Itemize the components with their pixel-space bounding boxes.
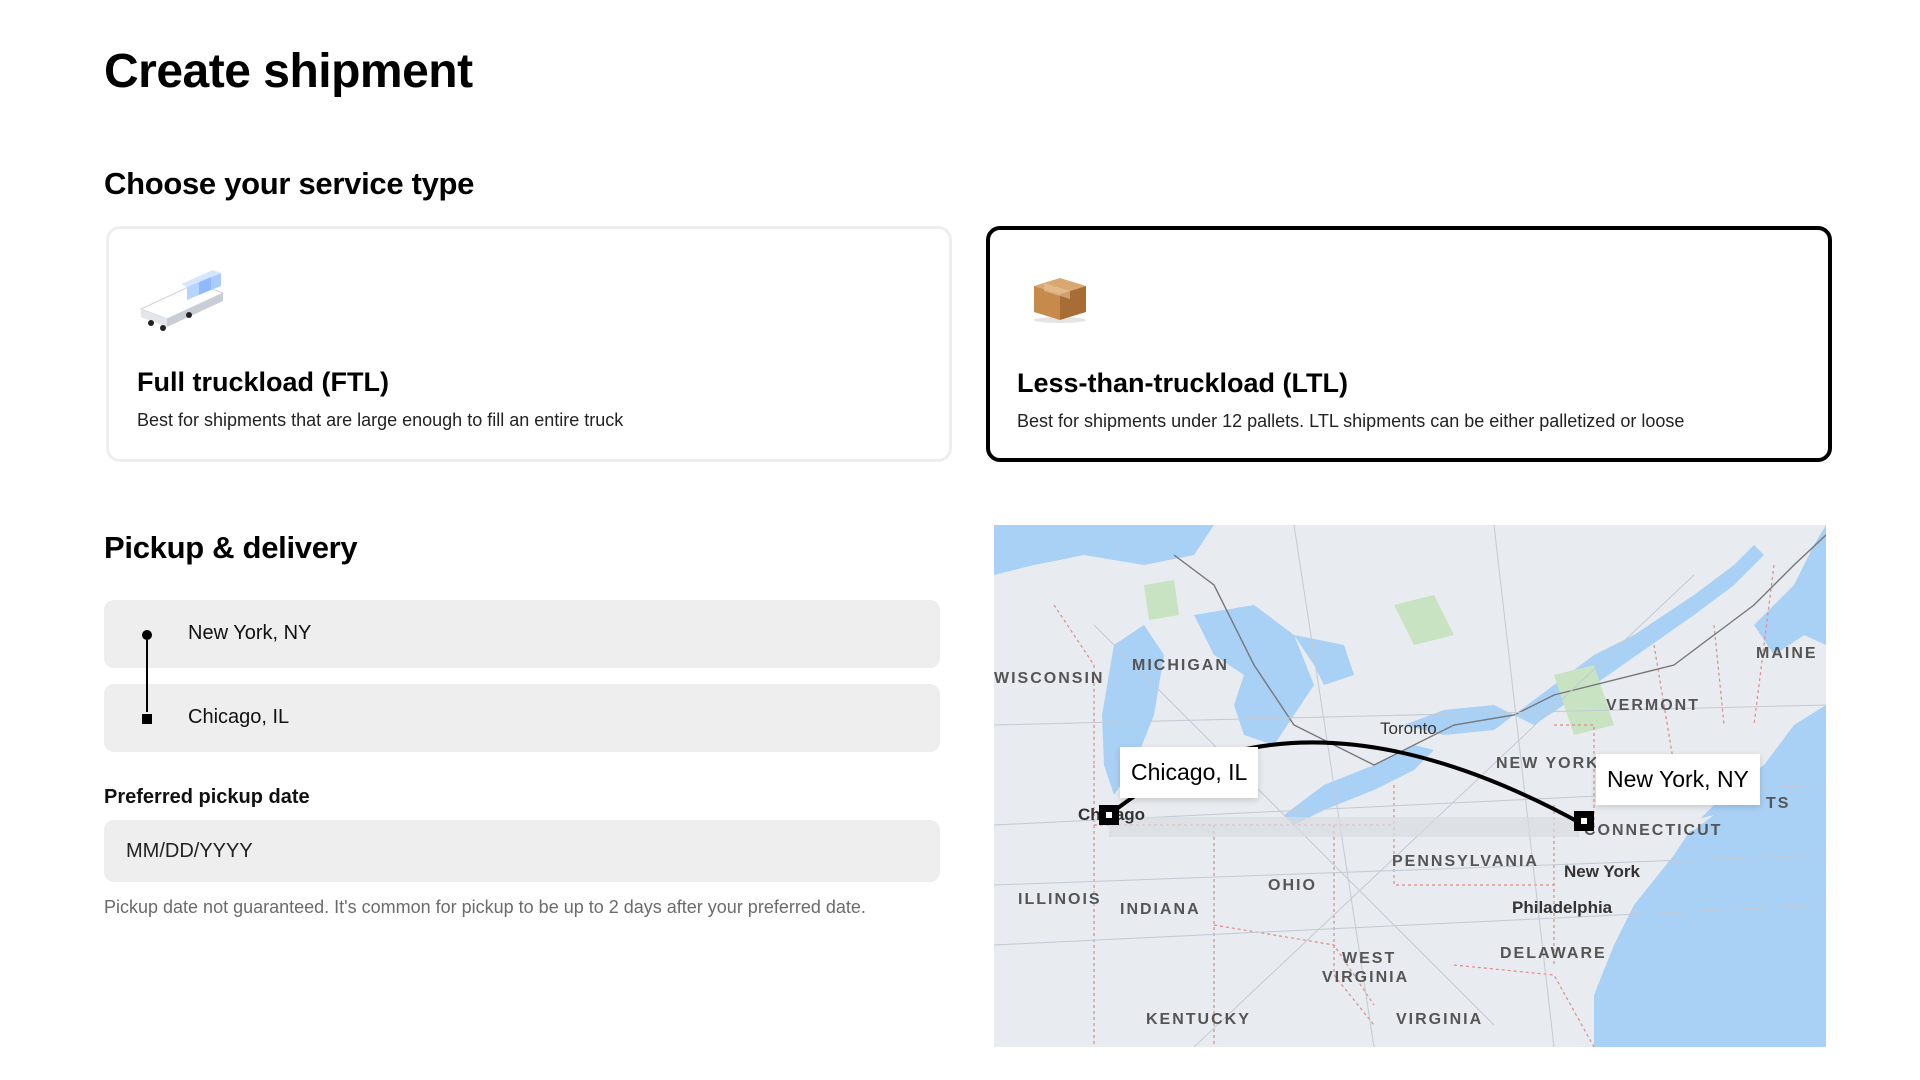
service-type-heading: Choose your service type [104, 166, 475, 201]
map-region-label: KENTUCKY [1146, 1011, 1251, 1028]
map-region-label: WEST [1342, 950, 1397, 967]
route-map[interactable]: WISCONSIN MICHIGAN VERMONT MAINE NEW YOR… [994, 525, 1826, 1047]
map-region-label: CONNECTICUT [1584, 822, 1723, 839]
origin-field[interactable]: New York, NY [104, 600, 940, 668]
package-box-icon [1030, 274, 1120, 346]
map-region-label: TS [1766, 795, 1791, 812]
map-destination-callout: New York, NY [1596, 754, 1760, 805]
map-region-label: VIRGINIA [1322, 969, 1410, 986]
pickup-date-help: Pickup date not guaranteed. It's common … [104, 897, 866, 917]
map-region-label: VIRGINIA [1396, 1011, 1484, 1028]
map-origin-callout: Chicago, IL [1120, 747, 1259, 798]
map-region-label: VERMONT [1606, 697, 1700, 714]
pickup-date-input[interactable] [104, 820, 940, 882]
map-region-label: INDIANA [1120, 901, 1201, 918]
map-region-label: OHIO [1268, 877, 1317, 894]
map-region-label: ILLINOIS [1018, 891, 1102, 908]
origin-value: New York, NY [188, 622, 312, 644]
destination-square-icon [142, 714, 152, 724]
map-region-label: DELAWARE [1500, 945, 1607, 962]
map-region-label: MICHIGAN [1132, 657, 1229, 674]
destination-field[interactable]: Chicago, IL [104, 684, 940, 752]
service-option-description: Best for shipments that are large enough… [137, 410, 624, 430]
map-city-label: Toronto [1380, 719, 1437, 738]
service-option-description: Best for shipments under 12 pallets. LTL… [1017, 411, 1685, 431]
route-connector [146, 640, 148, 712]
map-region-label: PENNSYLVANIA [1392, 853, 1539, 870]
map-region-label: MAINE [1756, 645, 1818, 662]
map-region-label: NEW YORK [1496, 755, 1600, 772]
service-option-title: Less-than-truckload (LTL) [1017, 368, 1349, 398]
new-york-pin-icon [1574, 811, 1594, 831]
pickup-date-label: Preferred pickup date [104, 786, 310, 808]
pickup-delivery-heading: Pickup & delivery [104, 530, 358, 565]
service-option-ltl[interactable]: Less-than-truckload (LTL) Best for shipm… [986, 226, 1832, 462]
truck-icon [137, 265, 227, 337]
destination-value: Chicago, IL [188, 706, 290, 728]
map-city-label: New York [1564, 862, 1640, 881]
service-option-ftl[interactable]: Full truckload (FTL) Best for shipments … [106, 226, 952, 462]
map-city-label: Philadelphia [1512, 898, 1613, 917]
map-region-label: WISCONSIN [994, 670, 1105, 687]
service-option-title: Full truckload (FTL) [137, 367, 389, 397]
origin-dot-icon [142, 630, 152, 640]
chicago-pin-icon [1099, 805, 1119, 825]
page-title: Create shipment [104, 45, 473, 98]
